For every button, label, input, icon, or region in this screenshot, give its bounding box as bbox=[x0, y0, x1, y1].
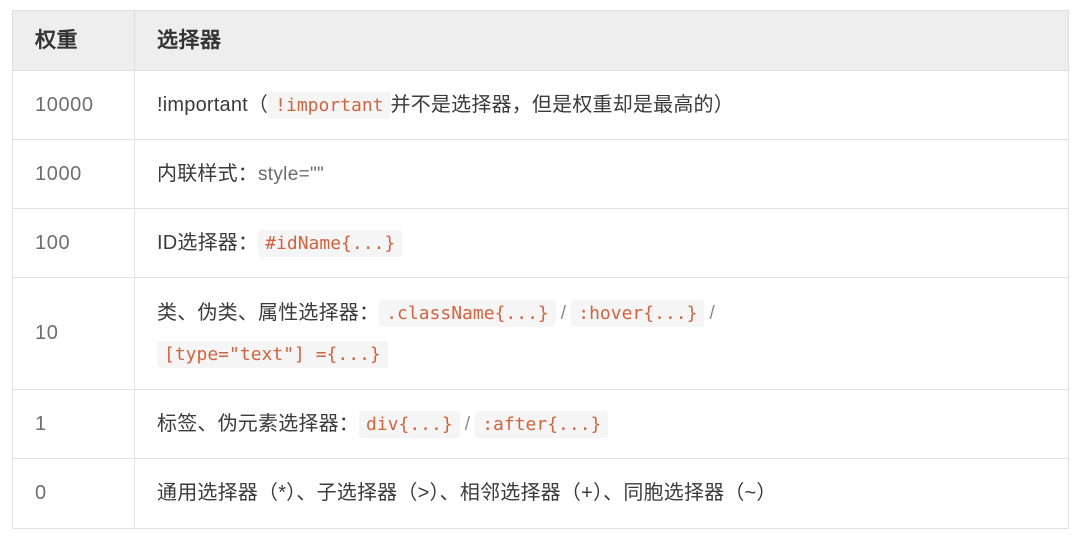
column-header-selector: 选择器 bbox=[135, 11, 1069, 71]
code-separator: / bbox=[556, 303, 571, 324]
weight-value: 100 bbox=[13, 209, 135, 278]
weight-value: 10 bbox=[13, 278, 135, 390]
table-header: 权重 选择器 bbox=[13, 11, 1069, 71]
code-snippet: :hover{...} bbox=[571, 300, 704, 327]
table-row: 10000 !important（!important并不是选择器，但是权重却是… bbox=[13, 71, 1069, 140]
table-row: 10 类、伪类、属性选择器：.className{...}/:hover{...… bbox=[13, 278, 1069, 390]
specificity-table: 权重 选择器 10000 !important（!important并不是选择器… bbox=[12, 10, 1069, 529]
code-snippet: !important bbox=[268, 92, 390, 119]
weight-value: 1 bbox=[13, 390, 135, 459]
selector-label: 内联样式： bbox=[157, 163, 258, 185]
code-snippet: #idName{...} bbox=[258, 230, 402, 257]
table-row: 1000 内联样式：style="" bbox=[13, 140, 1069, 209]
inline-style-value: style="" bbox=[258, 164, 324, 185]
table-header-row: 权重 选择器 bbox=[13, 11, 1069, 71]
table-row: 0 通用选择器（*）、子选择器（>）、相邻选择器（+）、同胞选择器（~） bbox=[13, 459, 1069, 529]
table-row: 100 ID选择器：#idName{...} bbox=[13, 209, 1069, 278]
selector-line: 标签、伪元素选择器：div{...}/:after{...} bbox=[157, 408, 1046, 441]
selector-label: ID选择器： bbox=[157, 232, 258, 254]
selector-line: [type="text"] ={...} bbox=[157, 338, 1046, 370]
code-snippet: [type="text"] ={...} bbox=[157, 341, 388, 368]
selector-line: 通用选择器（*）、子选择器（>）、相邻选择器（+）、同胞选择器（~） bbox=[157, 477, 1046, 509]
selector-description: 内联样式：style="" bbox=[135, 140, 1069, 209]
selector-description: !important（!important并不是选择器，但是权重却是最高的） bbox=[135, 71, 1069, 140]
selector-tail: 并不是选择器，但是权重却是最高的） bbox=[391, 94, 734, 116]
page-root: 权重 选择器 10000 !important（!important并不是选择器… bbox=[0, 0, 1080, 544]
column-header-weight: 权重 bbox=[13, 11, 135, 71]
code-snippet: .className{...} bbox=[379, 300, 556, 327]
selector-line: 类、伪类、属性选择器：.className{...}/:hover{...}/ bbox=[157, 297, 1046, 330]
selector-description: 通用选择器（*）、子选择器（>）、相邻选择器（+）、同胞选择器（~） bbox=[135, 459, 1069, 529]
selector-line: 内联样式：style="" bbox=[157, 158, 1046, 191]
selector-description: 标签、伪元素选择器：div{...}/:after{...} bbox=[135, 390, 1069, 459]
weight-value: 0 bbox=[13, 459, 135, 529]
weight-value: 10000 bbox=[13, 71, 135, 140]
code-snippet: div{...} bbox=[359, 411, 460, 438]
code-snippet: :after{...} bbox=[475, 411, 608, 438]
selector-label: 类、伪类、属性选择器： bbox=[157, 302, 379, 324]
selector-description: ID选择器：#idName{...} bbox=[135, 209, 1069, 278]
selector-description: 类、伪类、属性选择器：.className{...}/:hover{...}/ … bbox=[135, 278, 1069, 390]
selector-line: ID选择器：#idName{...} bbox=[157, 227, 1046, 259]
table-body: 10000 !important（!important并不是选择器，但是权重却是… bbox=[13, 71, 1069, 529]
table-row: 1 标签、伪元素选择器：div{...}/:after{...} bbox=[13, 390, 1069, 459]
selector-label: 通用选择器（*）、子选择器（>）、相邻选择器（+）、同胞选择器（~） bbox=[157, 482, 777, 504]
selector-line: !important（!important并不是选择器，但是权重却是最高的） bbox=[157, 89, 1046, 121]
code-separator: / bbox=[460, 414, 475, 435]
selector-label: 标签、伪元素选择器： bbox=[157, 413, 359, 435]
selector-label: !important（ bbox=[157, 94, 268, 116]
code-separator: / bbox=[704, 303, 719, 324]
weight-value: 1000 bbox=[13, 140, 135, 209]
